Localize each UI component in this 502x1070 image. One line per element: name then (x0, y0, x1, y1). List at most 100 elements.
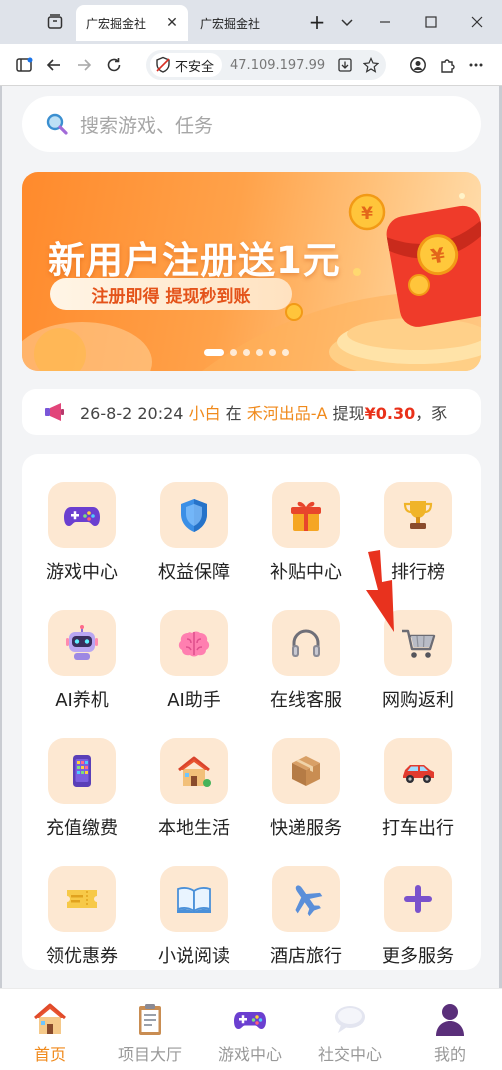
browser-tab-active[interactable]: 广宏掘金社 ✕ (76, 5, 188, 41)
service-label: 补贴中心 (270, 562, 342, 583)
service-icon-tile (48, 482, 116, 548)
address-bar[interactable]: 不安全 47.109.197.99 (146, 50, 386, 80)
withdrawal-notice-ticker[interactable]: 26-8-2 20:24 小白 在 禾河出品-A 提现¥0.30，豕 (22, 389, 481, 435)
home-icon (34, 1003, 66, 1034)
carousel-dot[interactable] (243, 349, 250, 356)
service-grid: 游戏中心 权益保障 补贴中心 排行榜 AI养机 AI助手 在线客服 网购返利 充… (22, 454, 481, 970)
car-icon (403, 765, 434, 783)
menu-button[interactable] (462, 51, 490, 79)
close-tab-icon[interactable]: ✕ (164, 15, 180, 31)
trophy-icon (403, 501, 433, 529)
service-icon-tile (160, 610, 228, 676)
minimize-button[interactable] (370, 8, 400, 36)
nav-home[interactable]: 首页 (0, 989, 100, 1070)
search-placeholder: 搜索游戏、任务 (80, 114, 214, 137)
service-label: 更多服务 (382, 946, 454, 967)
nav-project-hall[interactable]: 项目大厅 (100, 989, 200, 1070)
shield-icon (181, 499, 207, 532)
carousel-dot[interactable] (269, 349, 276, 356)
maximize-button[interactable] (416, 8, 446, 36)
tab-actions-button[interactable] (42, 9, 68, 35)
service-icon-tile (384, 866, 452, 932)
carousel-dot[interactable] (204, 349, 224, 356)
service-item-recharge[interactable]: 充值缴费 (32, 738, 132, 866)
service-label: 酒店旅行 (270, 946, 342, 967)
search-bar[interactable]: 搜索游戏、任务 (22, 96, 481, 152)
service-item-customer-service[interactable]: 在线客服 (256, 610, 356, 738)
tab-list-button[interactable] (332, 8, 362, 36)
service-icon-tile (160, 482, 228, 548)
service-label: 小说阅读 (158, 946, 230, 967)
service-item-subsidy[interactable]: 补贴中心 (256, 482, 356, 610)
browser-tab[interactable]: 广宏掘金社 (192, 5, 292, 41)
service-item-ai-assistant[interactable]: AI助手 (144, 610, 244, 738)
service-item-local-life[interactable]: 本地生活 (144, 738, 244, 866)
nav-mine[interactable]: 我的 (400, 989, 500, 1070)
notice-action: 提现 (332, 404, 365, 423)
notice-time: 26-8-2 20:24 (80, 404, 184, 423)
house-icon (178, 756, 211, 787)
service-icon-tile (272, 866, 340, 932)
site-security-button[interactable]: 不安全 (150, 53, 223, 77)
carousel-dot[interactable] (230, 349, 237, 356)
service-icon-tile (48, 610, 116, 676)
banner-cta[interactable]: 注册即得 提现秒到账 (50, 278, 292, 310)
service-icon-tile (384, 482, 452, 548)
nav-social-center[interactable]: 社交中心 (300, 989, 400, 1070)
service-icon-tile (272, 738, 340, 804)
gift-icon (291, 501, 321, 531)
browser-tab-strip: 广宏掘金社 ✕ 广宏掘金社 + (0, 0, 502, 44)
service-label: AI养机 (55, 690, 109, 711)
service-item-novel-reading[interactable]: 小说阅读 (144, 866, 244, 994)
new-tab-button[interactable]: + (302, 8, 332, 36)
carousel-dot[interactable] (256, 349, 263, 356)
notice-user: 小白 (188, 404, 221, 423)
service-label: 快递服务 (270, 818, 342, 839)
sidebar-icon (16, 57, 33, 72)
service-icon-tile (48, 866, 116, 932)
profile-button[interactable] (404, 51, 432, 79)
brain-icon (178, 631, 210, 657)
banner-title: 新用户注册送1元 (48, 239, 341, 282)
service-item-ride-hailing[interactable]: 打车出行 (368, 738, 468, 866)
favorite-button[interactable] (360, 54, 382, 76)
service-icon-tile (272, 482, 340, 548)
sidebar-toggle-button[interactable] (10, 51, 38, 79)
maximize-icon (425, 16, 437, 28)
service-icon-tile (160, 738, 228, 804)
nav-label: 游戏中心 (217, 1045, 282, 1064)
nav-game-center[interactable]: 游戏中心 (200, 989, 300, 1070)
back-button[interactable] (40, 51, 68, 79)
extensions-button[interactable] (434, 51, 462, 79)
nav-label: 社交中心 (317, 1045, 382, 1064)
plus-icon (404, 885, 432, 913)
service-item-game-center[interactable]: 游戏中心 (32, 482, 132, 610)
back-arrow-icon (46, 59, 60, 71)
service-item-delivery[interactable]: 快递服务 (256, 738, 356, 866)
service-item-hotel-travel[interactable]: 酒店旅行 (256, 866, 356, 994)
install-app-button[interactable] (334, 54, 356, 76)
url-text: 47.109.197.99 (230, 57, 326, 73)
carousel-dot[interactable] (282, 349, 289, 356)
tab-title: 广宏掘金社 (86, 16, 147, 31)
puzzle-icon (441, 59, 455, 73)
service-item-more-services[interactable]: 更多服务 (368, 866, 468, 994)
promo-banner[interactable]: ¥ ¥ 新用户注册送1元 注册即得 提现秒到账 (22, 172, 481, 371)
service-item-rights[interactable]: 权益保障 (144, 482, 244, 610)
nav-label: 我的 (433, 1045, 466, 1064)
notice-game: 禾河出品-A (246, 404, 328, 423)
forward-button[interactable] (70, 51, 98, 79)
book-icon (177, 887, 211, 913)
forward-arrow-icon (78, 59, 92, 71)
nav-label: 项目大厅 (117, 1045, 182, 1064)
service-item-coupons[interactable]: 领优惠券 (32, 866, 132, 994)
close-icon (471, 16, 483, 28)
close-window-button[interactable] (462, 8, 492, 36)
tab-actions-icon (47, 14, 63, 29)
service-icon-tile (160, 866, 228, 932)
headphones-icon (292, 629, 320, 657)
reload-button[interactable] (100, 51, 128, 79)
service-icon-tile (384, 738, 452, 804)
service-icon-tile (48, 738, 116, 804)
service-item-ai-farming[interactable]: AI养机 (32, 610, 132, 738)
